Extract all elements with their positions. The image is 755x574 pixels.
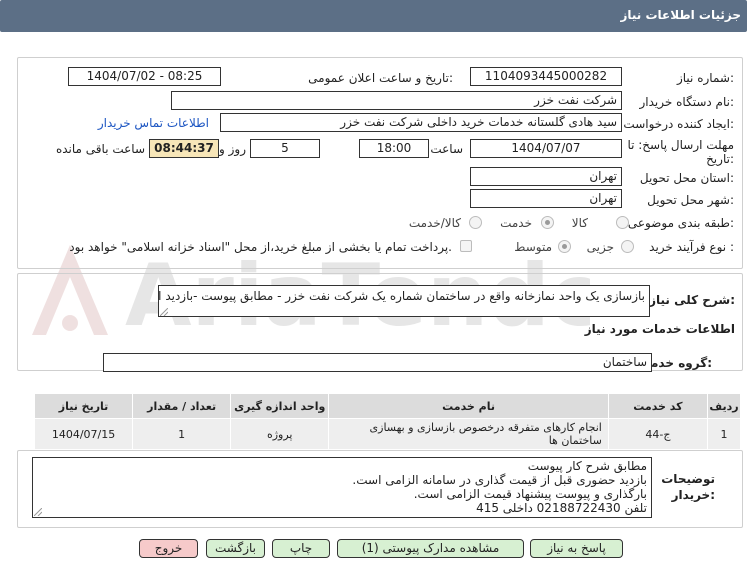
- notes-line: بارگذاری و پیوست پیشنهاد قیمت الزامی است…: [413, 487, 647, 501]
- treasury-payment-checkbox[interactable]: [460, 240, 472, 252]
- announce-datetime-label: تاریخ و ساعت اعلان عمومی:: [308, 71, 453, 85]
- table-row: 1404/07/15 1 پروژه انجام کارهای متفرقه د…: [33, 418, 742, 450]
- buyer-notes-label: توضیحات: [661, 472, 715, 486]
- city-label: شهر محل تحویل:: [647, 193, 734, 207]
- creator-label: ایجاد کننده درخواست:: [623, 117, 734, 131]
- column-header-date: تاریخ نیاز: [33, 393, 134, 419]
- buyer-field: شرکت نفت خزر: [171, 91, 622, 110]
- category-service-label: خدمت: [500, 216, 532, 230]
- cell-index: 1: [706, 418, 742, 450]
- need-info-panel: [17, 57, 743, 269]
- province-label: استان محل تحویل:: [639, 171, 734, 185]
- buyer-contact-link[interactable]: اطلاعات تماس خریدار: [98, 116, 209, 130]
- category-label: طبقه بندی موضوعی:: [627, 216, 734, 230]
- back-button[interactable]: بازگشت: [206, 539, 265, 558]
- category-goods-service-label: کالا/خدمت: [408, 216, 461, 230]
- category-goods-radio[interactable]: [616, 216, 629, 229]
- services-table: تاریخ نیاز تعداد / مقدار واحد اندازه گیر…: [33, 393, 742, 450]
- deadline-time-field: 18:00: [359, 139, 429, 158]
- cell-qty: 1: [132, 418, 232, 450]
- remaining-time-label: ساعت باقی مانده: [55, 142, 145, 156]
- table-header-row: تاریخ نیاز تعداد / مقدار واحد اندازه گیر…: [33, 393, 742, 419]
- resize-handle-icon[interactable]: [34, 508, 42, 516]
- remaining-time-field: 08:44:37: [149, 139, 219, 158]
- cell-unit: پروژه: [230, 418, 330, 450]
- cell-service-code: ج-44: [607, 418, 708, 450]
- deadline-label: مهلت ارسال پاسخ: تا: [627, 138, 734, 152]
- deadline-time-label: ساعت: [430, 142, 463, 156]
- notes-line: بازدید حضوری قبل از قیمت گذاری در سامانه…: [352, 473, 647, 487]
- process-medium-label: متوسط: [514, 240, 552, 254]
- category-goods-label: کالا: [571, 216, 588, 230]
- days-label: روز و: [219, 142, 246, 156]
- category-service-radio[interactable]: [541, 216, 554, 229]
- creator-field: سید هادی گلستانه خدمات خرید داخلی شرکت ن…: [220, 113, 622, 132]
- page-header: جزئیات اطلاعات نیاز: [0, 0, 747, 32]
- resize-handle-icon[interactable]: [160, 308, 168, 316]
- announce-datetime-field: 1404/07/02 - 08:25: [68, 67, 221, 86]
- need-number-field: 1104093445000282: [470, 67, 622, 86]
- cell-service-name: انجام کارهای متفرقه درخصوص بازسازی و بهس…: [328, 418, 609, 450]
- days-remaining-field: 5: [250, 139, 320, 158]
- page-title: جزئیات اطلاعات نیاز: [620, 8, 741, 22]
- process-minor-label: جزیی: [586, 240, 614, 254]
- process-type-label: نوع فرآیند خرید :: [649, 240, 734, 254]
- column-header-code: کد خدمت: [607, 393, 708, 419]
- summary-textarea[interactable]: بازسازی یک واحد نمازخانه واقع در ساختمان…: [158, 285, 650, 317]
- column-header-index: ردیف: [706, 393, 742, 419]
- process-medium-radio[interactable]: [558, 240, 571, 253]
- notes-line: مطابق شرح کار پیوست: [527, 459, 647, 473]
- exit-button[interactable]: خروج: [139, 539, 198, 558]
- services-section-title: اطلاعات خدمات مورد نیاز: [584, 322, 735, 336]
- reply-to-need-button[interactable]: پاسخ به نیاز: [530, 539, 623, 558]
- service-group-field: ساختمان: [103, 353, 652, 372]
- deadline-label-date: تاریخ:: [706, 152, 734, 166]
- notes-line: تلفن 02188722430 داخلی 415: [476, 501, 647, 515]
- city-field: تهران: [470, 189, 622, 208]
- treasury-payment-note: پرداخت تمام یا بخشی از مبلغ خرید،از محل …: [69, 240, 452, 254]
- cell-date: 1404/07/15: [33, 418, 134, 450]
- column-header-qty: تعداد / مقدار: [132, 393, 232, 419]
- deadline-date-field: 1404/07/07: [470, 139, 622, 158]
- buyer-label: نام دستگاه خریدار:: [639, 95, 735, 109]
- category-goods-service-radio[interactable]: [469, 216, 482, 229]
- process-minor-radio[interactable]: [621, 240, 634, 253]
- print-button[interactable]: چاپ: [272, 539, 330, 558]
- buyer-notes-textarea[interactable]: مطابق شرح کار پیوست بازدید حضوری قبل از …: [32, 457, 652, 518]
- view-attachments-button[interactable]: مشاهده مدارک پیوستی (1): [337, 539, 524, 558]
- buyer-notes-label-2: خریدار:: [671, 488, 715, 502]
- column-header-unit: واحد اندازه گیری: [230, 393, 330, 419]
- column-header-name: نام خدمت: [328, 393, 609, 419]
- need-number-label: شماره نیاز:: [676, 71, 734, 85]
- summary-label: شرح کلی نیاز:: [649, 293, 735, 307]
- province-field: تهران: [470, 167, 622, 186]
